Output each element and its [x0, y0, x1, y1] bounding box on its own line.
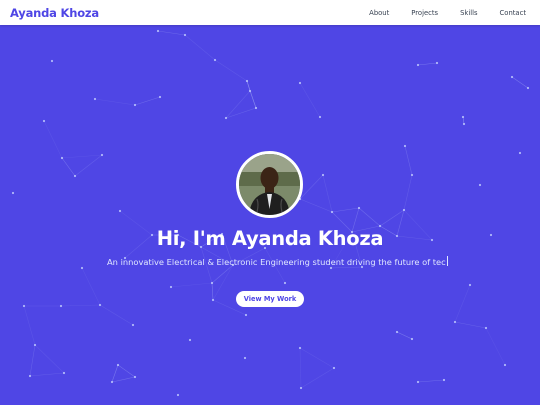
nav-link-skills[interactable]: Skills	[460, 9, 477, 17]
nav-link-about[interactable]: About	[369, 9, 389, 17]
nav-link-contact[interactable]: Contact	[500, 9, 526, 17]
hero-section: Hi, I'm Ayanda Khoza An innovative Elect…	[0, 25, 540, 405]
nav-link-projects[interactable]: Projects	[411, 9, 438, 17]
brand-logo[interactable]: Ayanda Khoza	[10, 6, 99, 20]
hero-tagline-text: An innovative Electrical & Electronic En…	[107, 257, 446, 267]
hero-headline: Hi, I'm Ayanda Khoza	[156, 227, 384, 250]
navbar: Ayanda Khoza About Projects Skills Conta…	[0, 0, 540, 25]
user-avatar-icon	[239, 154, 300, 215]
hero-content: Hi, I'm Ayanda Khoza An innovative Elect…	[0, 25, 540, 405]
view-my-work-button[interactable]: View My Work	[236, 291, 304, 307]
profile-avatar	[236, 151, 303, 218]
nav-links: About Projects Skills Contact	[347, 9, 526, 17]
typing-caret	[446, 256, 448, 266]
hero-tagline: An innovative Electrical & Electronic En…	[107, 256, 448, 267]
